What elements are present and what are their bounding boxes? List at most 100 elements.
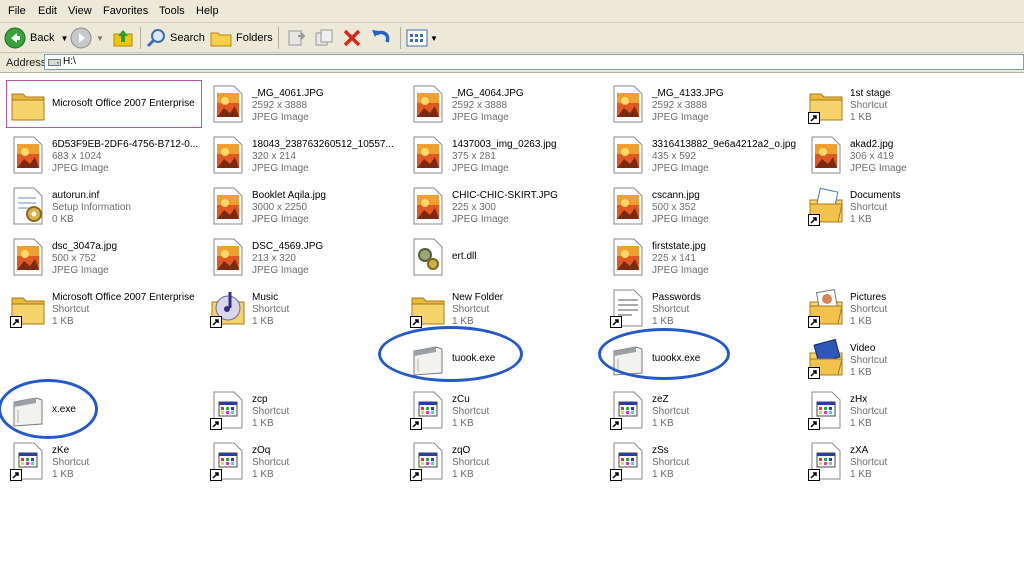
menu-help[interactable]: Help (196, 5, 219, 17)
file-item-name: zKe (52, 445, 70, 456)
folders-button[interactable]: Folders (210, 26, 273, 50)
file-item[interactable]: 1437003_img_0263.jpg 375 x 281 JPEG Image (406, 131, 602, 179)
file-item[interactable]: Passwords Shortcut 1 KB (606, 284, 802, 332)
file-item-type: 375 x 281 (452, 151, 496, 162)
jpeg-image-icon (610, 135, 646, 175)
file-item-name: 18043_238763260512_10557... (252, 139, 394, 150)
file-item[interactable]: _MG_4064.JPG 2592 x 3888 JPEG Image (406, 80, 602, 128)
file-item-text: Video Shortcut 1 KB (850, 343, 1000, 379)
file-item-type: Shortcut (850, 100, 888, 111)
file-item[interactable]: zHx Shortcut 1 KB (804, 386, 1000, 434)
file-item-size: JPEG Image (452, 214, 509, 225)
file-item-text: Passwords Shortcut 1 KB (652, 292, 802, 328)
file-item[interactable]: New Folder Shortcut 1 KB (406, 284, 602, 332)
file-item-type: 2592 x 3888 (452, 100, 508, 111)
file-item[interactable]: Microsoft Office 2007 Enterprise (6, 80, 202, 128)
jpeg-image-icon (410, 135, 446, 175)
menu-favorites[interactable]: Favorites (103, 5, 148, 17)
file-item[interactable]: zeZ Shortcut 1 KB (606, 386, 802, 434)
file-item[interactable]: zOq Shortcut 1 KB (206, 437, 402, 485)
file-item[interactable]: zcp Shortcut 1 KB (206, 386, 402, 434)
menu-bar: File Edit View Favorites Tools Help (0, 0, 1024, 23)
file-item[interactable]: 3316413882_9e6a4212a2_o.jpg 435 x 592 JPEG… (606, 131, 802, 179)
file-item-size: 1 KB (850, 316, 872, 327)
file-item-text: zCu Shortcut 1 KB (452, 394, 602, 430)
file-item[interactable]: ert.dll (406, 233, 602, 281)
file-item[interactable]: _MG_4061.JPG 2592 x 3888 JPEG Image (206, 80, 402, 128)
file-item-type: Shortcut (252, 406, 290, 417)
file-item-text: zeZ Shortcut 1 KB (652, 394, 802, 430)
file-item-type: Shortcut (850, 406, 888, 417)
shortcut-file-icon (808, 390, 844, 430)
file-item[interactable]: zSs Shortcut 1 KB (606, 437, 802, 485)
views-dropdown-icon[interactable]: ▼ (430, 34, 438, 43)
file-item[interactable]: 1st stage Shortcut 1 KB (804, 80, 1000, 128)
file-item-type: Shortcut (52, 304, 90, 315)
file-item[interactable]: DSC_4569.JPG 213 x 320 JPEG Image (206, 233, 402, 281)
file-item-type: 435 x 592 (652, 151, 696, 162)
file-item[interactable]: zCu Shortcut 1 KB (406, 386, 602, 434)
file-item[interactable]: cscann.jpg 500 x 352 JPEG Image (606, 182, 802, 230)
file-item[interactable]: firststate.jpg 225 x 141 JPEG Image (606, 233, 802, 281)
file-item-text: Music Shortcut 1 KB (252, 292, 402, 328)
up-folder-button[interactable] (112, 26, 134, 50)
file-item[interactable]: 6D53F9EB-2DF6-4756-B712-0... 683 x 1024 JP… (6, 131, 202, 179)
jpeg-image-icon (210, 135, 246, 175)
file-item[interactable]: zqO Shortcut 1 KB (406, 437, 602, 485)
file-item-type: Setup Information (52, 202, 131, 213)
jpeg-image-icon (610, 84, 646, 124)
file-item-text: _MG_4133.JPG 2592 x 3888 JPEG Image (652, 88, 802, 124)
views-button[interactable]: ▼ (406, 26, 438, 50)
back-dropdown-icon[interactable]: ▼ (60, 34, 68, 43)
file-item[interactable]: Documents Shortcut 1 KB (804, 182, 1000, 230)
file-item-name: zSs (652, 445, 669, 456)
file-item-text: Booklet Aqila.jpg 3000 x 2250 JPEG Image (252, 190, 402, 226)
file-item-size: JPEG Image (252, 163, 309, 174)
search-button[interactable]: Search (146, 26, 205, 50)
file-item-name: 1st stage (850, 88, 891, 99)
file-item-type: Shortcut (850, 457, 888, 468)
file-item[interactable]: CHIC-CHIC-SKIRT.JPG 225 x 300 JPEG Image (406, 182, 602, 230)
file-item[interactable]: Microsoft Office 2007 Enterprise Shortcut… (6, 284, 202, 332)
back-button[interactable]: Back ▼ (4, 26, 68, 50)
forward-dropdown-icon[interactable]: ▼ (96, 34, 104, 43)
file-item[interactable]: Pictures Shortcut 1 KB (804, 284, 1000, 332)
forward-button[interactable]: ▼ (70, 26, 104, 50)
delete-button[interactable] (342, 26, 362, 50)
file-item-type: 2592 x 3888 (652, 100, 708, 111)
file-item[interactable]: Booklet Aqila.jpg 3000 x 2250 JPEG Image (206, 182, 402, 230)
file-item[interactable]: Music Shortcut 1 KB (206, 284, 402, 332)
file-item[interactable]: akad2.jpg 306 x 419 JPEG Image (804, 131, 1000, 179)
file-item[interactable]: Video Shortcut 1 KB (804, 335, 1000, 383)
address-input[interactable]: H:\ (44, 54, 1024, 70)
file-item-text: zSs Shortcut 1 KB (652, 445, 802, 481)
file-item-text: _MG_4064.JPG 2592 x 3888 JPEG Image (452, 88, 602, 124)
file-item[interactable]: zXA Shortcut 1 KB (804, 437, 1000, 485)
shortcut-file-icon (410, 441, 446, 481)
undo-button[interactable] (370, 26, 392, 50)
file-item-type: Shortcut (252, 457, 290, 468)
file-item[interactable]: 18043_238763260512_10557... 320 x 214 JPEG… (206, 131, 402, 179)
file-item[interactable]: _MG_4133.JPG 2592 x 3888 JPEG Image (606, 80, 802, 128)
jpeg-image-icon (410, 84, 446, 124)
file-item-type: 2592 x 3888 (252, 100, 308, 111)
move-to-icon (288, 30, 306, 46)
file-item-name: zOq (252, 445, 271, 456)
menu-view[interactable]: View (68, 5, 92, 17)
file-item[interactable]: autorun.inf Setup Information 0 KB (6, 182, 202, 230)
move-to-button[interactable] (286, 26, 306, 50)
file-item[interactable]: zKe Shortcut 1 KB (6, 437, 202, 485)
up-folder-icon (113, 30, 133, 47)
shortcut-file-icon (610, 441, 646, 481)
file-item-name: zqO (452, 445, 471, 456)
menu-tools[interactable]: Tools (159, 5, 185, 17)
menu-edit[interactable]: Edit (38, 5, 57, 17)
menu-file[interactable]: File (8, 5, 26, 17)
file-item-size: 1 KB (850, 112, 872, 123)
shortcut-file-icon (610, 390, 646, 430)
toolbar-separator (400, 27, 401, 49)
shortcut-file-icon (210, 441, 246, 481)
copy-to-button[interactable] (314, 26, 334, 50)
drive-icon (48, 59, 61, 66)
file-item[interactable]: dsc_3047a.jpg 500 x 752 JPEG Image (6, 233, 202, 281)
